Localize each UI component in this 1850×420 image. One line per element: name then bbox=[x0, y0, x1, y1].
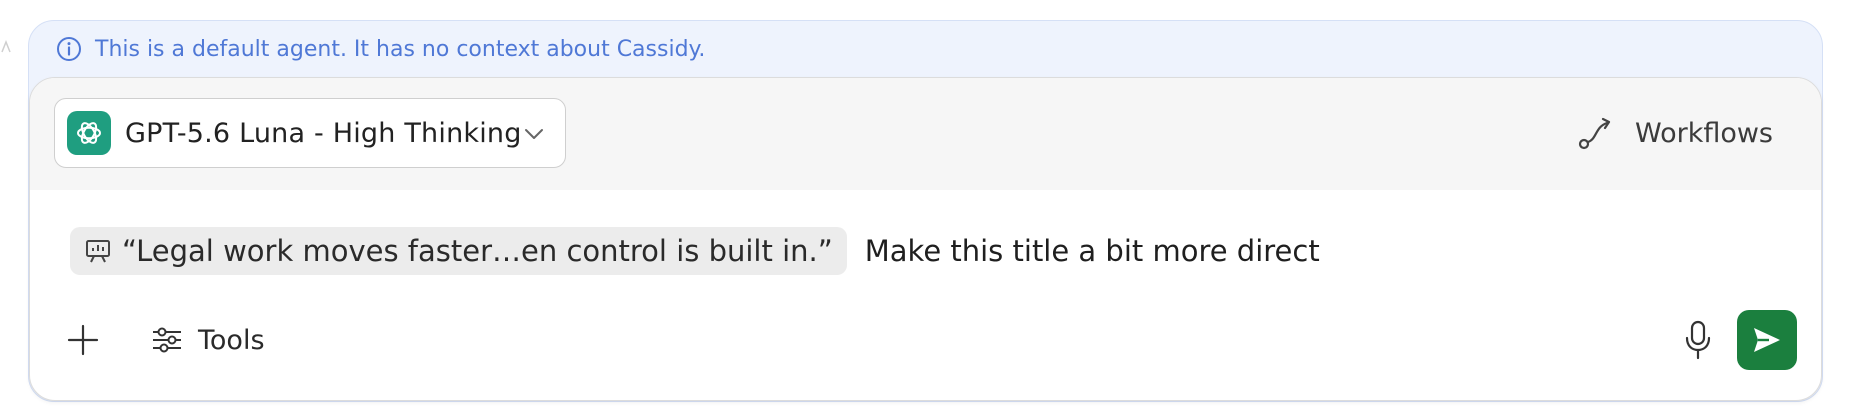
agent-composer-panel: This is a default agent. It has no conte… bbox=[28, 20, 1823, 402]
sliders-icon bbox=[153, 327, 181, 353]
send-icon bbox=[1754, 328, 1780, 352]
openai-logo-icon bbox=[67, 111, 111, 155]
composer-card: GPT-5.6 Luna - High Thinking Workflows “… bbox=[29, 77, 1822, 401]
info-icon bbox=[55, 35, 83, 63]
workflow-icon bbox=[1578, 117, 1611, 150]
prompt-text: Make this title a bit more direct bbox=[864, 234, 1320, 268]
workflows-label: Workflows bbox=[1634, 117, 1773, 149]
send-button[interactable] bbox=[1737, 310, 1797, 370]
default-agent-notice: This is a default agent. It has no conte… bbox=[29, 21, 1822, 77]
prompt-input[interactable]: “Legal work moves faster…en control is b… bbox=[70, 226, 1781, 276]
chevron-down-icon bbox=[525, 129, 543, 139]
composer-toolbar: Tools bbox=[30, 290, 1821, 400]
tools-label: Tools bbox=[198, 324, 265, 356]
context-chip[interactable]: “Legal work moves faster…en control is b… bbox=[70, 227, 847, 275]
collapsed-edge-icon bbox=[1, 40, 11, 53]
microphone-icon[interactable] bbox=[1681, 318, 1715, 362]
tools-button[interactable]: Tools bbox=[150, 318, 265, 362]
plus-icon[interactable] bbox=[66, 323, 100, 357]
model-selector[interactable]: GPT-5.6 Luna - High Thinking bbox=[54, 98, 566, 168]
workflows-button[interactable]: Workflows bbox=[1577, 108, 1773, 158]
composer-header: GPT-5.6 Luna - High Thinking Workflows bbox=[30, 78, 1821, 190]
presentation-icon bbox=[86, 240, 110, 263]
notice-text: This is a default agent. It has no conte… bbox=[95, 36, 706, 62]
model-selector-label: GPT-5.6 Luna - High Thinking bbox=[125, 117, 522, 149]
context-chip-text: “Legal work moves faster…en control is b… bbox=[122, 234, 833, 268]
